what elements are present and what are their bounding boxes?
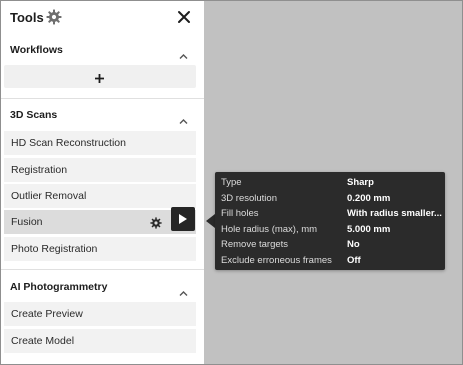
tool-item-create-model[interactable]: Create Model <box>4 329 196 353</box>
play-icon <box>179 214 187 224</box>
tooltip-value: Off <box>347 254 361 266</box>
tool-item-outlier-removal[interactable]: Outlier Removal <box>4 184 196 208</box>
close-icon[interactable] <box>176 9 192 25</box>
section-divider <box>1 98 204 99</box>
tooltip-row-hole-radius: Hole radius (max), mm 5.000 mm <box>215 224 445 240</box>
tooltip-row-type: Type Sharp <box>215 177 445 193</box>
add-workflow-button[interactable] <box>4 65 196 88</box>
panel-header: Tools <box>1 1 204 33</box>
tool-item-label: Outlier Removal <box>11 190 87 202</box>
workflows-section-header[interactable]: Workflows <box>1 41 204 61</box>
tool-item-photo-registration[interactable]: Photo Registration <box>4 237 196 261</box>
section-divider <box>1 269 204 270</box>
photogrammetry-section-header[interactable]: AI Photogrammetry <box>1 278 204 298</box>
gear-icon[interactable] <box>150 216 162 229</box>
tool-item-label: Fusion <box>11 216 43 228</box>
tooltip-row-fill-holes: Fill holes With radius smaller... <box>215 208 445 224</box>
workflows-section-title: Workflows <box>10 44 63 56</box>
photogrammetry-section-title: AI Photogrammetry <box>10 281 108 293</box>
tooltip-key: 3D resolution <box>221 192 277 204</box>
tooltip-key: Remove targets <box>221 239 289 250</box>
scans-section-header[interactable]: 3D Scans <box>1 106 204 126</box>
tools-panel: Tools Workflows 3D Scans HD Scan Reconst… <box>1 1 204 364</box>
tooltip-key: Exclude erroneous frames <box>221 254 332 266</box>
tooltip-row-3d-resolution: 3D resolution 0.200 mm <box>215 193 445 209</box>
chevron-up-icon[interactable] <box>179 284 188 296</box>
tool-item-create-preview[interactable]: Create Preview <box>4 302 196 326</box>
scans-section-title: 3D Scans <box>10 109 58 121</box>
tooltip-row-exclude-erroneous-frames: Exclude erroneous frames Off <box>215 255 445 271</box>
tooltip-value: 5.000 mm <box>347 223 391 235</box>
tool-item-label: Create Preview <box>11 308 83 320</box>
tool-item-hd-scan-reconstruction[interactable]: HD Scan Reconstruction <box>4 131 196 155</box>
tool-item-label: Create Model <box>11 335 75 347</box>
plus-icon <box>94 71 105 83</box>
tooltip-value: Sharp <box>347 177 374 188</box>
chevron-up-icon[interactable] <box>179 112 188 124</box>
tooltip-key: Hole radius (max), mm <box>221 223 318 235</box>
gear-icon[interactable] <box>46 9 62 25</box>
tooltip-value: 0.200 mm <box>347 192 391 204</box>
tooltip-row-remove-targets: Remove targets No <box>215 239 445 255</box>
tooltip-value: No <box>347 239 360 250</box>
tooltip-arrow <box>206 214 215 228</box>
tooltip-key: Type <box>221 177 242 188</box>
panel-title: Tools <box>10 10 44 25</box>
tool-item-fusion[interactable]: Fusion <box>4 210 196 234</box>
tool-item-label: HD Scan Reconstruction <box>11 137 126 149</box>
tool-item-label: Registration <box>11 164 68 176</box>
tool-item-registration[interactable]: Registration <box>4 158 196 182</box>
tooltip-value: With radius smaller... <box>347 208 442 219</box>
run-fusion-button[interactable] <box>171 207 195 231</box>
chevron-up-icon[interactable] <box>179 47 188 59</box>
tool-item-label: Photo Registration <box>11 243 98 255</box>
fusion-settings-tooltip: Type Sharp 3D resolution 0.200 mm Fill h… <box>215 172 445 270</box>
tooltip-key: Fill holes <box>221 208 259 219</box>
